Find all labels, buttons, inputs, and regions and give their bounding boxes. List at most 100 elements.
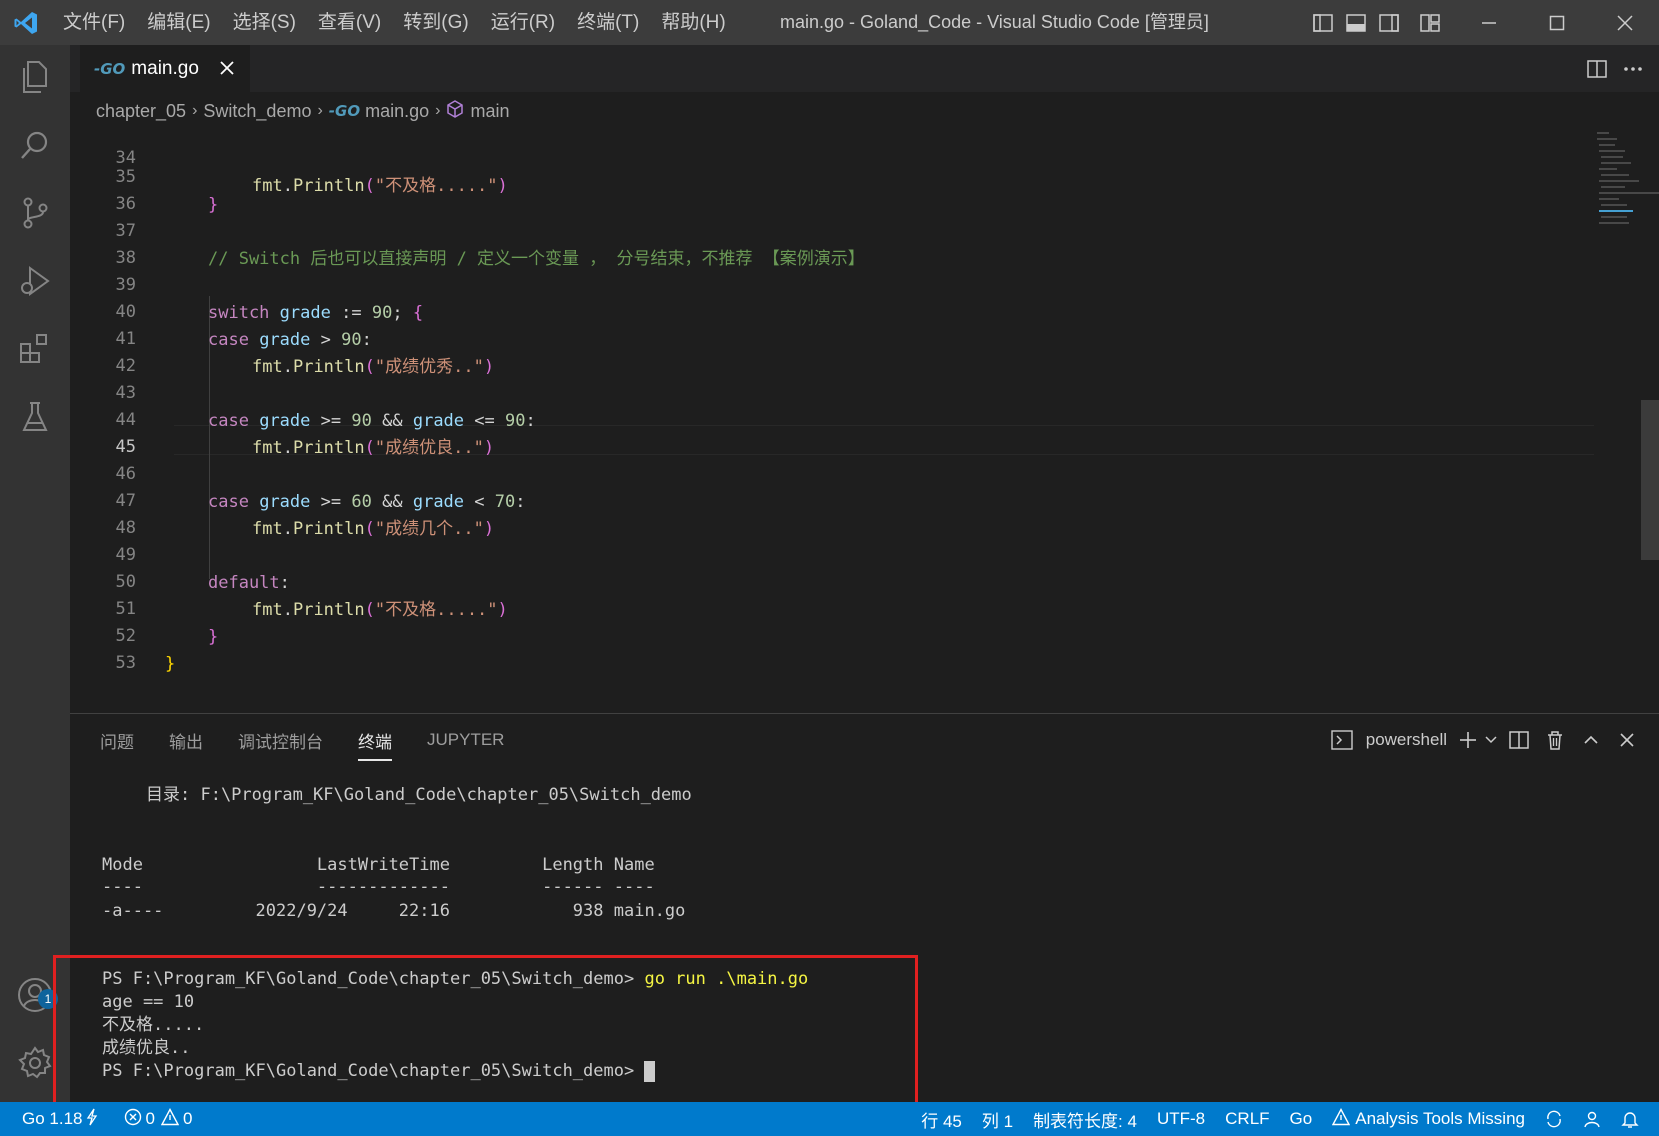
- code-line: 41 fmt.Println("成绩优秀.."): [70, 297, 1590, 377]
- breadcrumb-folder-switch-demo[interactable]: Switch_demo: [203, 101, 311, 122]
- menu-edit[interactable]: 编辑(E): [136, 0, 221, 45]
- code-line: 35 }: [70, 135, 1590, 215]
- code-line: 53: [70, 621, 1590, 673]
- terminal-cursor: [644, 1060, 656, 1082]
- activity-bar: 1: [0, 45, 70, 1102]
- code-editor[interactable]: 34 fmt.Println("不及格.....") 35 } 36 37 //…: [70, 130, 1659, 713]
- breadcrumb-folder-chapter[interactable]: chapter_05: [96, 101, 186, 122]
- terminal-output-line: age == 10: [102, 992, 195, 1012]
- terminal-input-line[interactable]: PS F:\Program_KF\Goland_Code\chapter_05\…: [102, 1060, 656, 1083]
- status-bar: Go 1.18 0 0 行 45 列 1 制表符长度: 4 UTF-8 CRLF…: [0, 1102, 1659, 1136]
- manage-gear-icon[interactable]: [0, 1031, 70, 1095]
- eol-status[interactable]: CRLF: [1215, 1109, 1279, 1129]
- notifications-bell-icon[interactable]: [1611, 1110, 1649, 1128]
- panel-tabs: 问题 输出 调试控制台 终端 JUPYTER: [70, 714, 539, 766]
- terminal-prompt: PS F:\Program_KF\Goland_Code\chapter_05\…: [102, 969, 635, 989]
- vscode-logo-icon: [0, 0, 52, 45]
- search-icon[interactable]: [0, 113, 70, 177]
- code-line: 37 // Switch 后也可以直接声明 / 定义一个变量 ， 分号结束，不推…: [70, 189, 1590, 269]
- code-line: 48: [70, 486, 1590, 538]
- terminal-command: go run .\main.go: [644, 969, 809, 989]
- close-panel-icon[interactable]: [1609, 722, 1645, 758]
- menu-terminal[interactable]: 终端(T): [566, 0, 650, 45]
- code-line: 49 default:: [70, 513, 1590, 593]
- tab-debug-console[interactable]: 调试控制台: [238, 720, 323, 761]
- terminal-table-rule: ---- ------------- ------ ----: [102, 877, 655, 897]
- error-count: 0: [145, 1109, 155, 1128]
- source-control-icon[interactable]: [0, 181, 70, 245]
- go-version-status[interactable]: Go 1.18: [0, 1108, 108, 1131]
- chevron-right-icon: ›: [192, 102, 198, 119]
- customize-layout-icon[interactable]: [1405, 0, 1455, 45]
- code-line: 46 case grade >= 60 && grade < 70:: [70, 432, 1590, 512]
- editor-scrollbar[interactable]: [1641, 400, 1659, 560]
- language-mode-status[interactable]: Go: [1280, 1109, 1323, 1129]
- warning-triangle-icon: [1332, 1107, 1351, 1131]
- terminal-prompt: PS F:\Program_KF\Goland_Code\chapter_05\…: [102, 1061, 635, 1081]
- feedback-person-icon[interactable]: [1573, 1110, 1611, 1128]
- maximize-panel-icon[interactable]: [1573, 722, 1609, 758]
- toggle-primary-sidebar-icon[interactable]: [1306, 0, 1339, 45]
- terminal-shell-label[interactable]: powershell: [1366, 730, 1447, 750]
- problems-status[interactable]: 0 0: [108, 1107, 203, 1131]
- menu-bar: 文件(F) 编辑(E) 选择(S) 查看(V) 转到(G) 运行(R) 终端(T…: [52, 0, 737, 45]
- close-window-button[interactable]: [1591, 0, 1659, 45]
- menu-help[interactable]: 帮助(H): [650, 0, 736, 45]
- tab-terminal[interactable]: 终端: [358, 720, 392, 761]
- line-number: 53: [115, 653, 136, 673]
- code-line: 38: [70, 216, 1590, 268]
- close-tab-icon[interactable]: [216, 57, 238, 79]
- tab-problems[interactable]: 问题: [100, 720, 134, 761]
- terminal-table-header: Mode LastWriteTime Length Name: [102, 855, 655, 875]
- encoding-status[interactable]: UTF-8: [1147, 1109, 1215, 1129]
- error-circle-icon: [124, 1108, 142, 1131]
- cursor-column-status[interactable]: 列 1: [972, 1107, 1023, 1132]
- terminal-shell-icon: [1324, 722, 1360, 758]
- lightning-icon: [86, 1108, 98, 1131]
- chevron-down-icon[interactable]: [1481, 722, 1501, 758]
- run-debug-icon[interactable]: [0, 249, 70, 313]
- toggle-panel-icon[interactable]: [1339, 0, 1372, 45]
- sync-icon[interactable]: [1535, 1110, 1573, 1128]
- accounts-badge: 1: [38, 989, 58, 1009]
- testing-flask-icon[interactable]: [0, 385, 70, 449]
- tab-size-status[interactable]: 制表符长度: 4: [1023, 1107, 1147, 1132]
- chevron-right-icon: ›: [435, 102, 441, 119]
- window-title: main.go - Goland_Code - Visual Studio Co…: [780, 12, 1209, 32]
- menu-file[interactable]: 文件(F): [52, 0, 136, 45]
- extensions-icon[interactable]: [0, 317, 70, 381]
- tab-output[interactable]: 输出: [169, 720, 203, 761]
- code-line: 40 case grade > 90:: [70, 270, 1590, 350]
- split-editor-icon[interactable]: [1579, 51, 1615, 87]
- breadcrumb-symbol[interactable]: main: [470, 101, 509, 122]
- terminal-file-row: -a---- 2022/9/24 22:16 938 main.go: [102, 901, 686, 921]
- accounts-icon[interactable]: 1: [0, 963, 70, 1027]
- maximize-button[interactable]: [1523, 0, 1591, 45]
- chevron-right-icon: ›: [317, 102, 323, 119]
- menu-selection[interactable]: 选择(S): [222, 0, 307, 45]
- minimize-button[interactable]: [1455, 0, 1523, 45]
- split-terminal-icon[interactable]: [1501, 722, 1537, 758]
- menu-go[interactable]: 转到(G): [392, 0, 479, 45]
- terminal-output-line: 不及格.....: [102, 1015, 205, 1035]
- more-actions-icon[interactable]: [1615, 51, 1651, 87]
- warning-count: 0: [182, 1109, 193, 1128]
- breadcrumb-file[interactable]: main.go: [365, 101, 429, 122]
- go-version-label: Go 1.18: [22, 1109, 83, 1128]
- tab-label: main.go: [131, 57, 199, 79]
- toggle-secondary-sidebar-icon[interactable]: [1372, 0, 1405, 45]
- tab-jupyter[interactable]: JUPYTER: [427, 722, 504, 758]
- menu-view[interactable]: 查看(V): [307, 0, 392, 45]
- code-line: 45: [70, 405, 1590, 457]
- analysis-tools-status[interactable]: Analysis Tools Missing: [1322, 1107, 1535, 1131]
- new-terminal-icon[interactable]: [1455, 722, 1481, 758]
- analysis-tools-label: Analysis Tools Missing: [1355, 1109, 1525, 1128]
- warning-triangle-icon: [160, 1107, 180, 1131]
- menu-run[interactable]: 运行(R): [480, 0, 566, 45]
- tab-main-go[interactable]: -GO main.go: [80, 45, 250, 92]
- explorer-icon[interactable]: [0, 45, 70, 109]
- code-line: 52 }: [70, 594, 1590, 674]
- trash-icon[interactable]: [1537, 722, 1573, 758]
- go-file-icon: -GO: [328, 102, 361, 120]
- cursor-line-status[interactable]: 行 45: [911, 1107, 972, 1132]
